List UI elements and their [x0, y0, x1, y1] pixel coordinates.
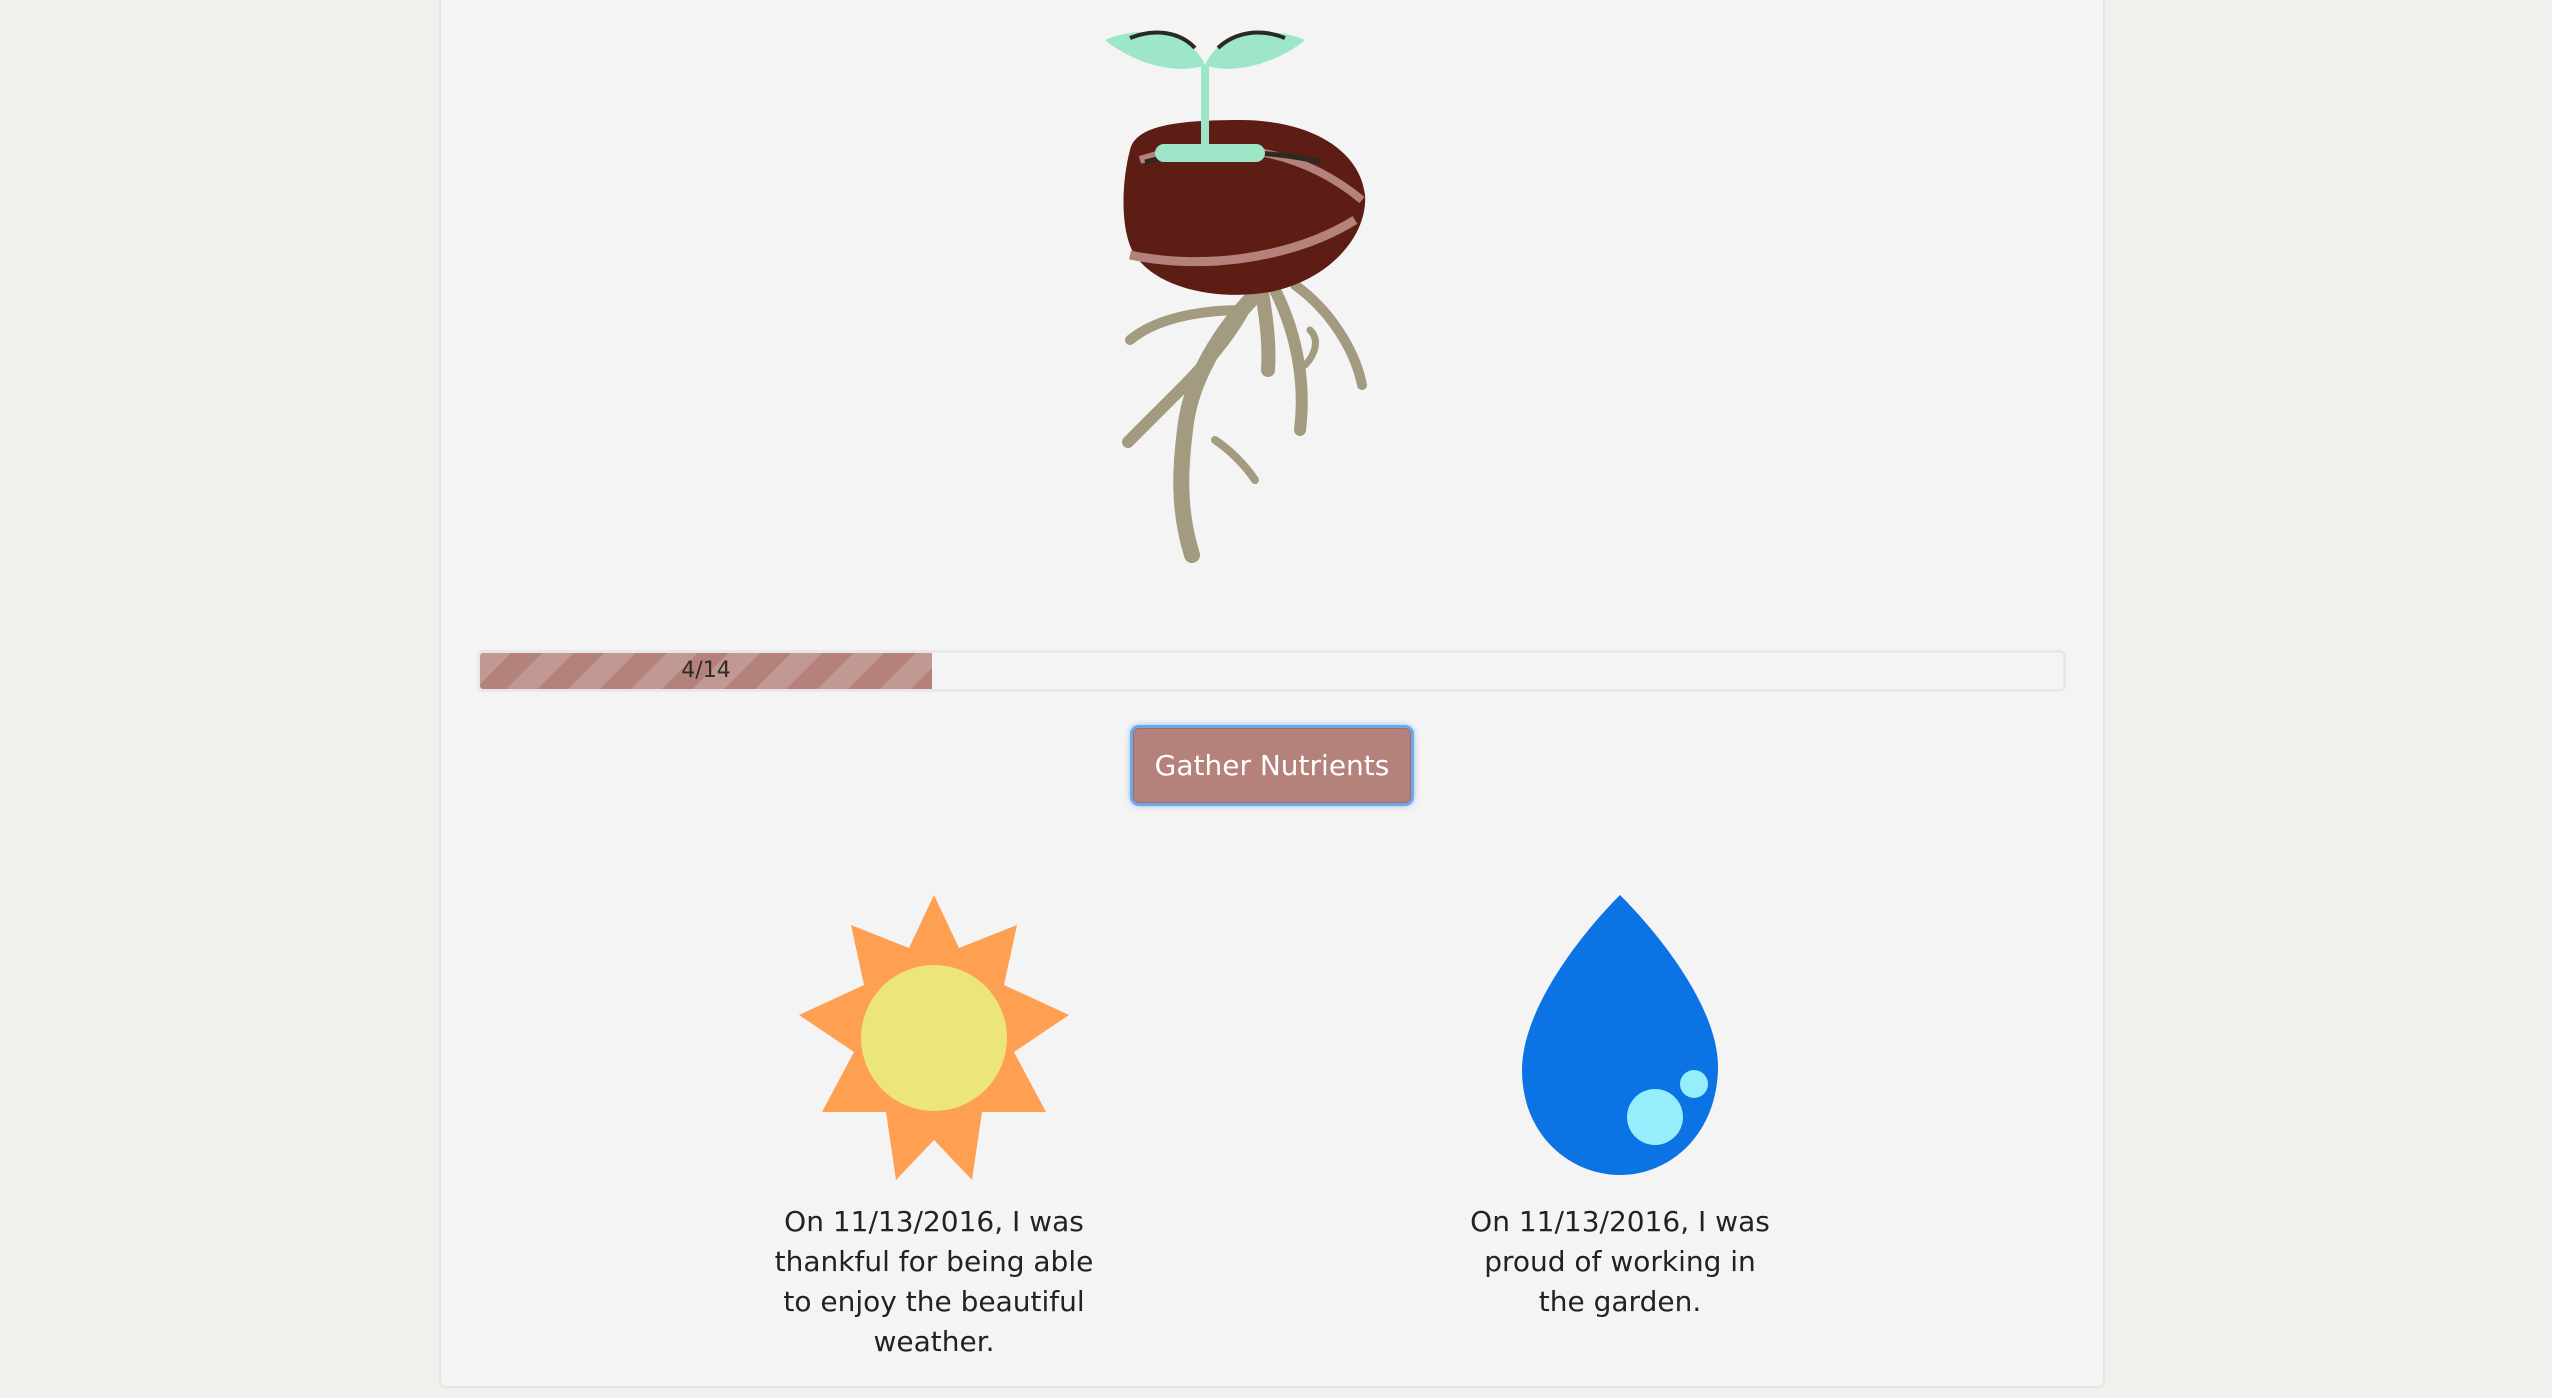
leaf-left-icon [1105, 32, 1205, 69]
sprout-base-icon [1155, 144, 1265, 162]
reward-text: On 11/13/2016, I was proud of working in… [1470, 1205, 1770, 1318]
reward-text: On 11/13/2016, I was thankful for being … [774, 1205, 1094, 1358]
leaf-right-icon [1205, 32, 1305, 69]
gather-nutrients-button[interactable]: Gather Nutrients [1133, 728, 1411, 803]
roots-icon [1122, 273, 1367, 563]
progress-label: 4/14 [681, 658, 731, 683]
seed-plant-icon [1105, 30, 1367, 563]
progress-bar: 4/14 [477, 650, 2066, 692]
reward-sun: On 11/13/2016, I was thankful for being … [744, 890, 1124, 1362]
sun-icon [799, 895, 1069, 1180]
water-drop-icon [1522, 895, 1719, 1175]
reward-water: On 11/13/2016, I was proud of working in… [1430, 890, 1810, 1322]
